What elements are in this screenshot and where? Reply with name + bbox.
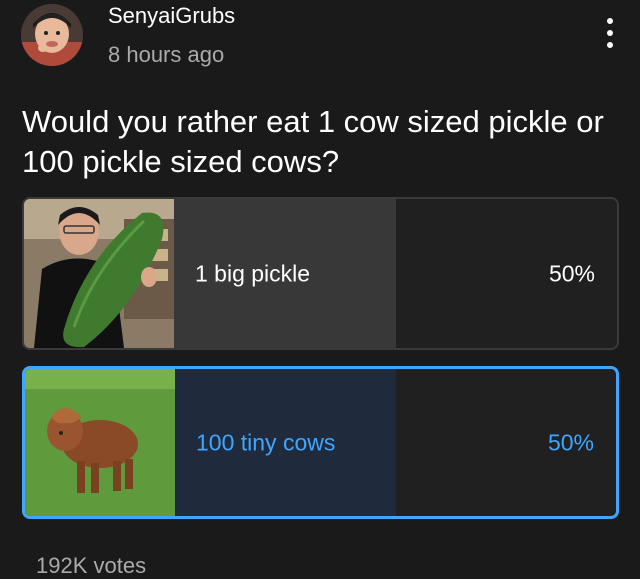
poll-option-tiny-cows[interactable]: 100 tiny cows 50% [22, 366, 619, 519]
poll-option-image [24, 199, 174, 348]
poll-option-label: 1 big pickle [195, 260, 311, 286]
poll-option-percent: 50% [548, 260, 595, 286]
avatar[interactable] [21, 4, 83, 66]
vote-count: 192K votes [36, 553, 147, 578]
post-header: SenyaiGrubs 8 hours ago [0, 0, 640, 80]
more-vertical-icon[interactable] [598, 16, 622, 50]
poll-option-big-pickle[interactable]: 1 big pickle 50% [22, 197, 619, 350]
menu-dot [607, 42, 613, 48]
poll-option-image [25, 369, 175, 516]
post-timestamp: 8 hours ago [108, 42, 225, 67]
menu-dot [607, 30, 613, 36]
menu-dot [607, 18, 613, 24]
poll-option-percent: 50% [547, 429, 594, 455]
username[interactable]: SenyaiGrubs [108, 3, 235, 29]
poll-question: Would you rather eat 1 cow sized pickle … [22, 104, 604, 179]
poll-option-label: 100 tiny cows [196, 429, 336, 455]
